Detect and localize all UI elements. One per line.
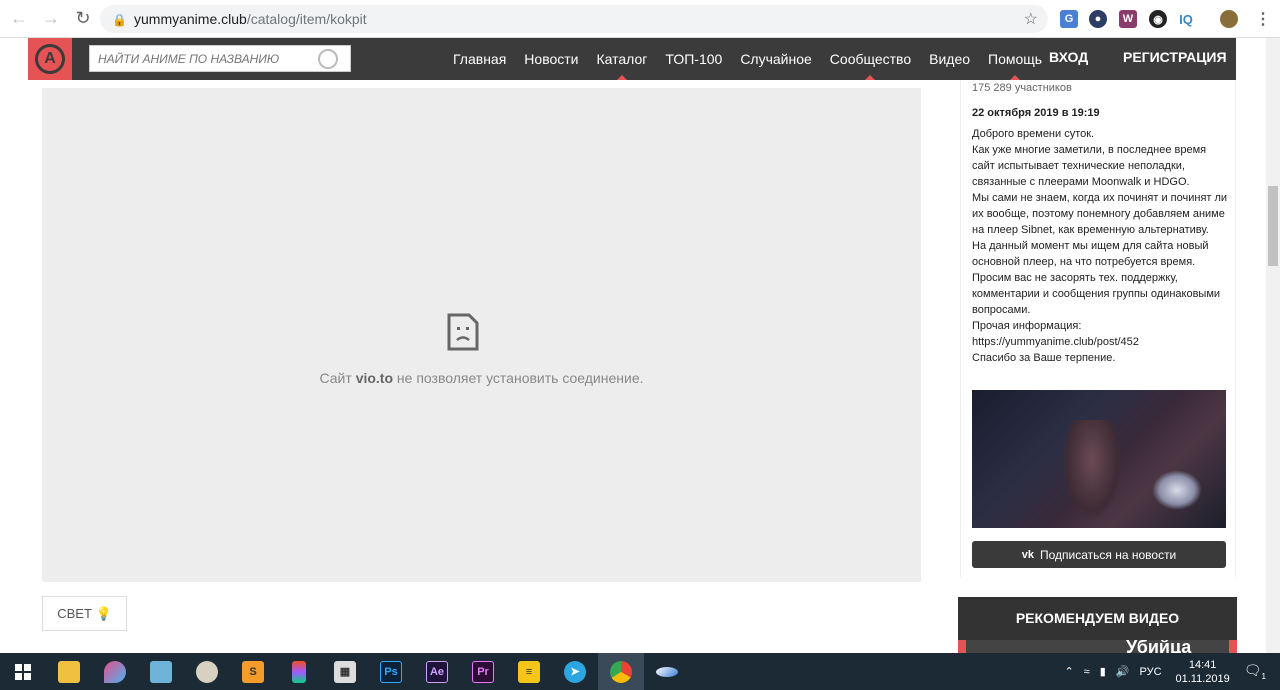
login-button[interactable]: ВХОД — [1049, 38, 1088, 80]
file-explorer-icon[interactable] — [46, 653, 92, 690]
photoshop-icon[interactable]: Ps — [368, 653, 414, 690]
lightbulb-icon: 💡 — [95, 605, 112, 621]
site-header: A Главная Новости Каталог ТОП-100 Случай… — [28, 38, 1236, 80]
windows-start-icon[interactable] — [0, 653, 46, 690]
sad-document-icon — [447, 313, 479, 351]
lock-icon: 🔒 — [112, 13, 127, 27]
post-link[interactable]: https://yummyanime.club/post/452 — [972, 334, 1228, 350]
reload-icon[interactable]: ↻ — [70, 6, 96, 32]
search-box[interactable] — [89, 45, 351, 72]
bookmark-star-icon[interactable]: ☆ — [1024, 9, 1038, 29]
recommend-video-block: РЕКОМЕНДУЕМ ВИДЕО Убийца — [958, 597, 1237, 653]
app-swoosh-icon[interactable] — [644, 653, 690, 690]
chrome-icon[interactable] — [598, 653, 644, 690]
notification-icon[interactable]: 🗨1 — [1244, 662, 1266, 681]
maps-pin-icon[interactable] — [92, 653, 138, 690]
figma-icon[interactable] — [276, 653, 322, 690]
nav-top100[interactable]: ТОП-100 — [665, 38, 722, 80]
light-toggle-button[interactable]: СВЕТ 💡 — [42, 596, 127, 631]
player-error-message: Сайт vio.to не позволяет установить соед… — [319, 370, 644, 386]
paint3d-icon[interactable] — [138, 653, 184, 690]
extension-vpn-icon[interactable]: ● — [1089, 10, 1107, 28]
forward-icon[interactable]: → — [38, 6, 64, 32]
windows-taskbar: S ▦ Ps Ae Pr ≡ ➤ ⌃ ≈ ▮ 🔊 РУС 14:41 01.11… — [0, 653, 1280, 690]
extension-ghost-icon[interactable]: ◉ — [1149, 10, 1167, 28]
language-indicator[interactable]: РУС — [1139, 666, 1161, 678]
scroll-thumb[interactable] — [1268, 186, 1278, 266]
paint-palette-icon[interactable] — [184, 653, 230, 690]
nav-news[interactable]: Новости — [524, 38, 578, 80]
nav-video[interactable]: Видео — [929, 38, 970, 80]
url-host: yummyanime.club — [134, 11, 247, 27]
telegram-icon[interactable]: ➤ — [552, 653, 598, 690]
url-path: /catalog/item/kokpit — [246, 11, 367, 27]
address-bar[interactable]: 🔒 yummyanime.club/catalog/item/kokpit ☆ — [100, 5, 1048, 33]
search-input[interactable] — [90, 46, 310, 71]
volume-icon[interactable]: 🔊 — [1116, 665, 1130, 678]
vk-widget: 175 289 участников 22 октября 2019 в 19:… — [960, 80, 1236, 577]
extension-iq-icon[interactable]: IQ — [1177, 10, 1195, 28]
site-logo[interactable]: A — [28, 38, 72, 80]
nav-home[interactable]: Главная — [453, 38, 506, 80]
premiere-icon[interactable]: Pr — [460, 653, 506, 690]
recommend-title: РЕКОМЕНДУЕМ ВИДЕО — [1015, 610, 1180, 626]
profile-avatar[interactable] — [1220, 10, 1238, 28]
main-nav: Главная Новости Каталог ТОП-100 Случайно… — [444, 38, 1051, 80]
search-icon[interactable] — [318, 49, 338, 69]
wifi-icon[interactable]: ≈ — [1084, 666, 1090, 678]
nav-help[interactable]: Помощь — [988, 38, 1042, 80]
recommend-thumbnail[interactable]: Убийца — [966, 640, 1229, 653]
menu-dots-icon[interactable]: ⋮ — [1254, 10, 1272, 28]
register-button[interactable]: РЕГИСТРАЦИЯ — [1123, 38, 1227, 80]
extension-w-icon[interactable]: W — [1119, 10, 1137, 28]
video-player[interactable]: Сайт vio.to не позволяет установить соед… — [42, 88, 921, 582]
vk-icon: vk — [1021, 548, 1034, 561]
browser-toolbar: ← → ↻ 🔒 yummyanime.club/catalog/item/kok… — [0, 0, 1280, 38]
group-members-count: 175 289 участников — [972, 82, 1072, 94]
after-effects-icon[interactable]: Ae — [414, 653, 460, 690]
battery-icon[interactable]: ▮ — [1100, 665, 1106, 678]
sublime-text-icon[interactable]: S — [230, 653, 276, 690]
nav-community[interactable]: Сообщество — [830, 38, 911, 80]
page-scrollbar[interactable] — [1266, 38, 1280, 653]
system-tray: ⌃ ≈ ▮ 🔊 РУС 14:41 01.11.2019 🗨1 — [1064, 653, 1280, 690]
calculator-icon[interactable]: ▦ — [322, 653, 368, 690]
notes-icon[interactable]: ≡ — [506, 653, 552, 690]
clock[interactable]: 14:41 01.11.2019 — [1176, 658, 1230, 686]
extension-translate-icon[interactable]: G — [1060, 10, 1078, 28]
post-date: 22 октября 2019 в 19:19 — [972, 107, 1100, 119]
post-image[interactable] — [972, 390, 1226, 528]
back-icon[interactable]: ← — [6, 6, 32, 32]
post-text: Доброго времени суток. Как уже многие за… — [972, 128, 1228, 364]
nav-catalog[interactable]: Каталог — [597, 38, 647, 80]
nav-random[interactable]: Случайное — [740, 38, 811, 80]
vk-subscribe-button[interactable]: vk Подписаться на новости — [972, 541, 1226, 568]
tray-chevron-icon[interactable]: ⌃ — [1064, 665, 1073, 678]
